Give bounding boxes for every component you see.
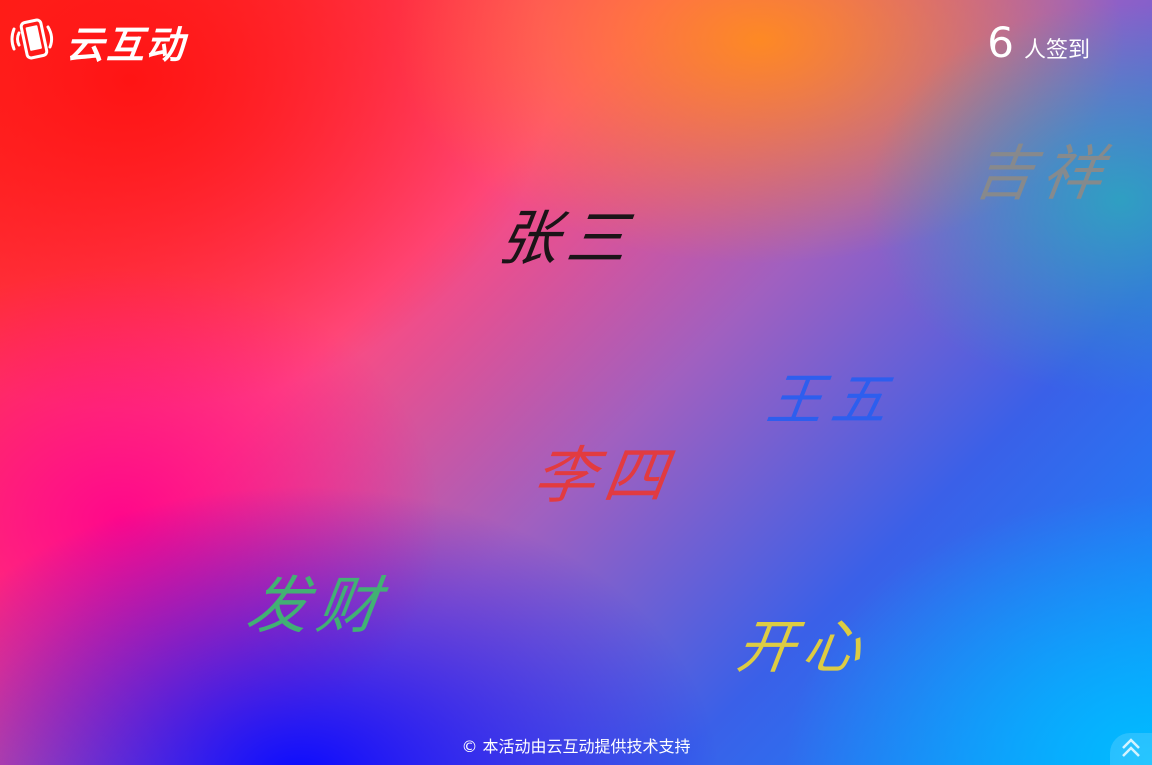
signin-count-number: 6: [987, 18, 1014, 67]
background: [0, 0, 1152, 765]
signature-zhangsan: 张三: [494, 204, 641, 274]
footer-credit: © 本活动由云互动提供技术支持: [461, 737, 691, 756]
phone-icon: [8, 15, 58, 69]
signature-kaixin: 开心: [732, 613, 875, 681]
scroll-top-button[interactable]: [1110, 733, 1152, 765]
app-logo: 云互动: [8, 14, 186, 69]
signature-jixiang: 吉祥: [969, 139, 1116, 209]
signin-count-label: 人签到: [1023, 38, 1090, 63]
chevron-up-icon: [1118, 735, 1144, 763]
signature-wangwu: 王五: [762, 368, 900, 433]
signature-facai: 发财: [242, 569, 393, 642]
logo-text: 云互动: [66, 23, 187, 67]
signin-count: 6 人签到: [987, 18, 1090, 67]
signature-lisi: 李四: [529, 439, 680, 512]
